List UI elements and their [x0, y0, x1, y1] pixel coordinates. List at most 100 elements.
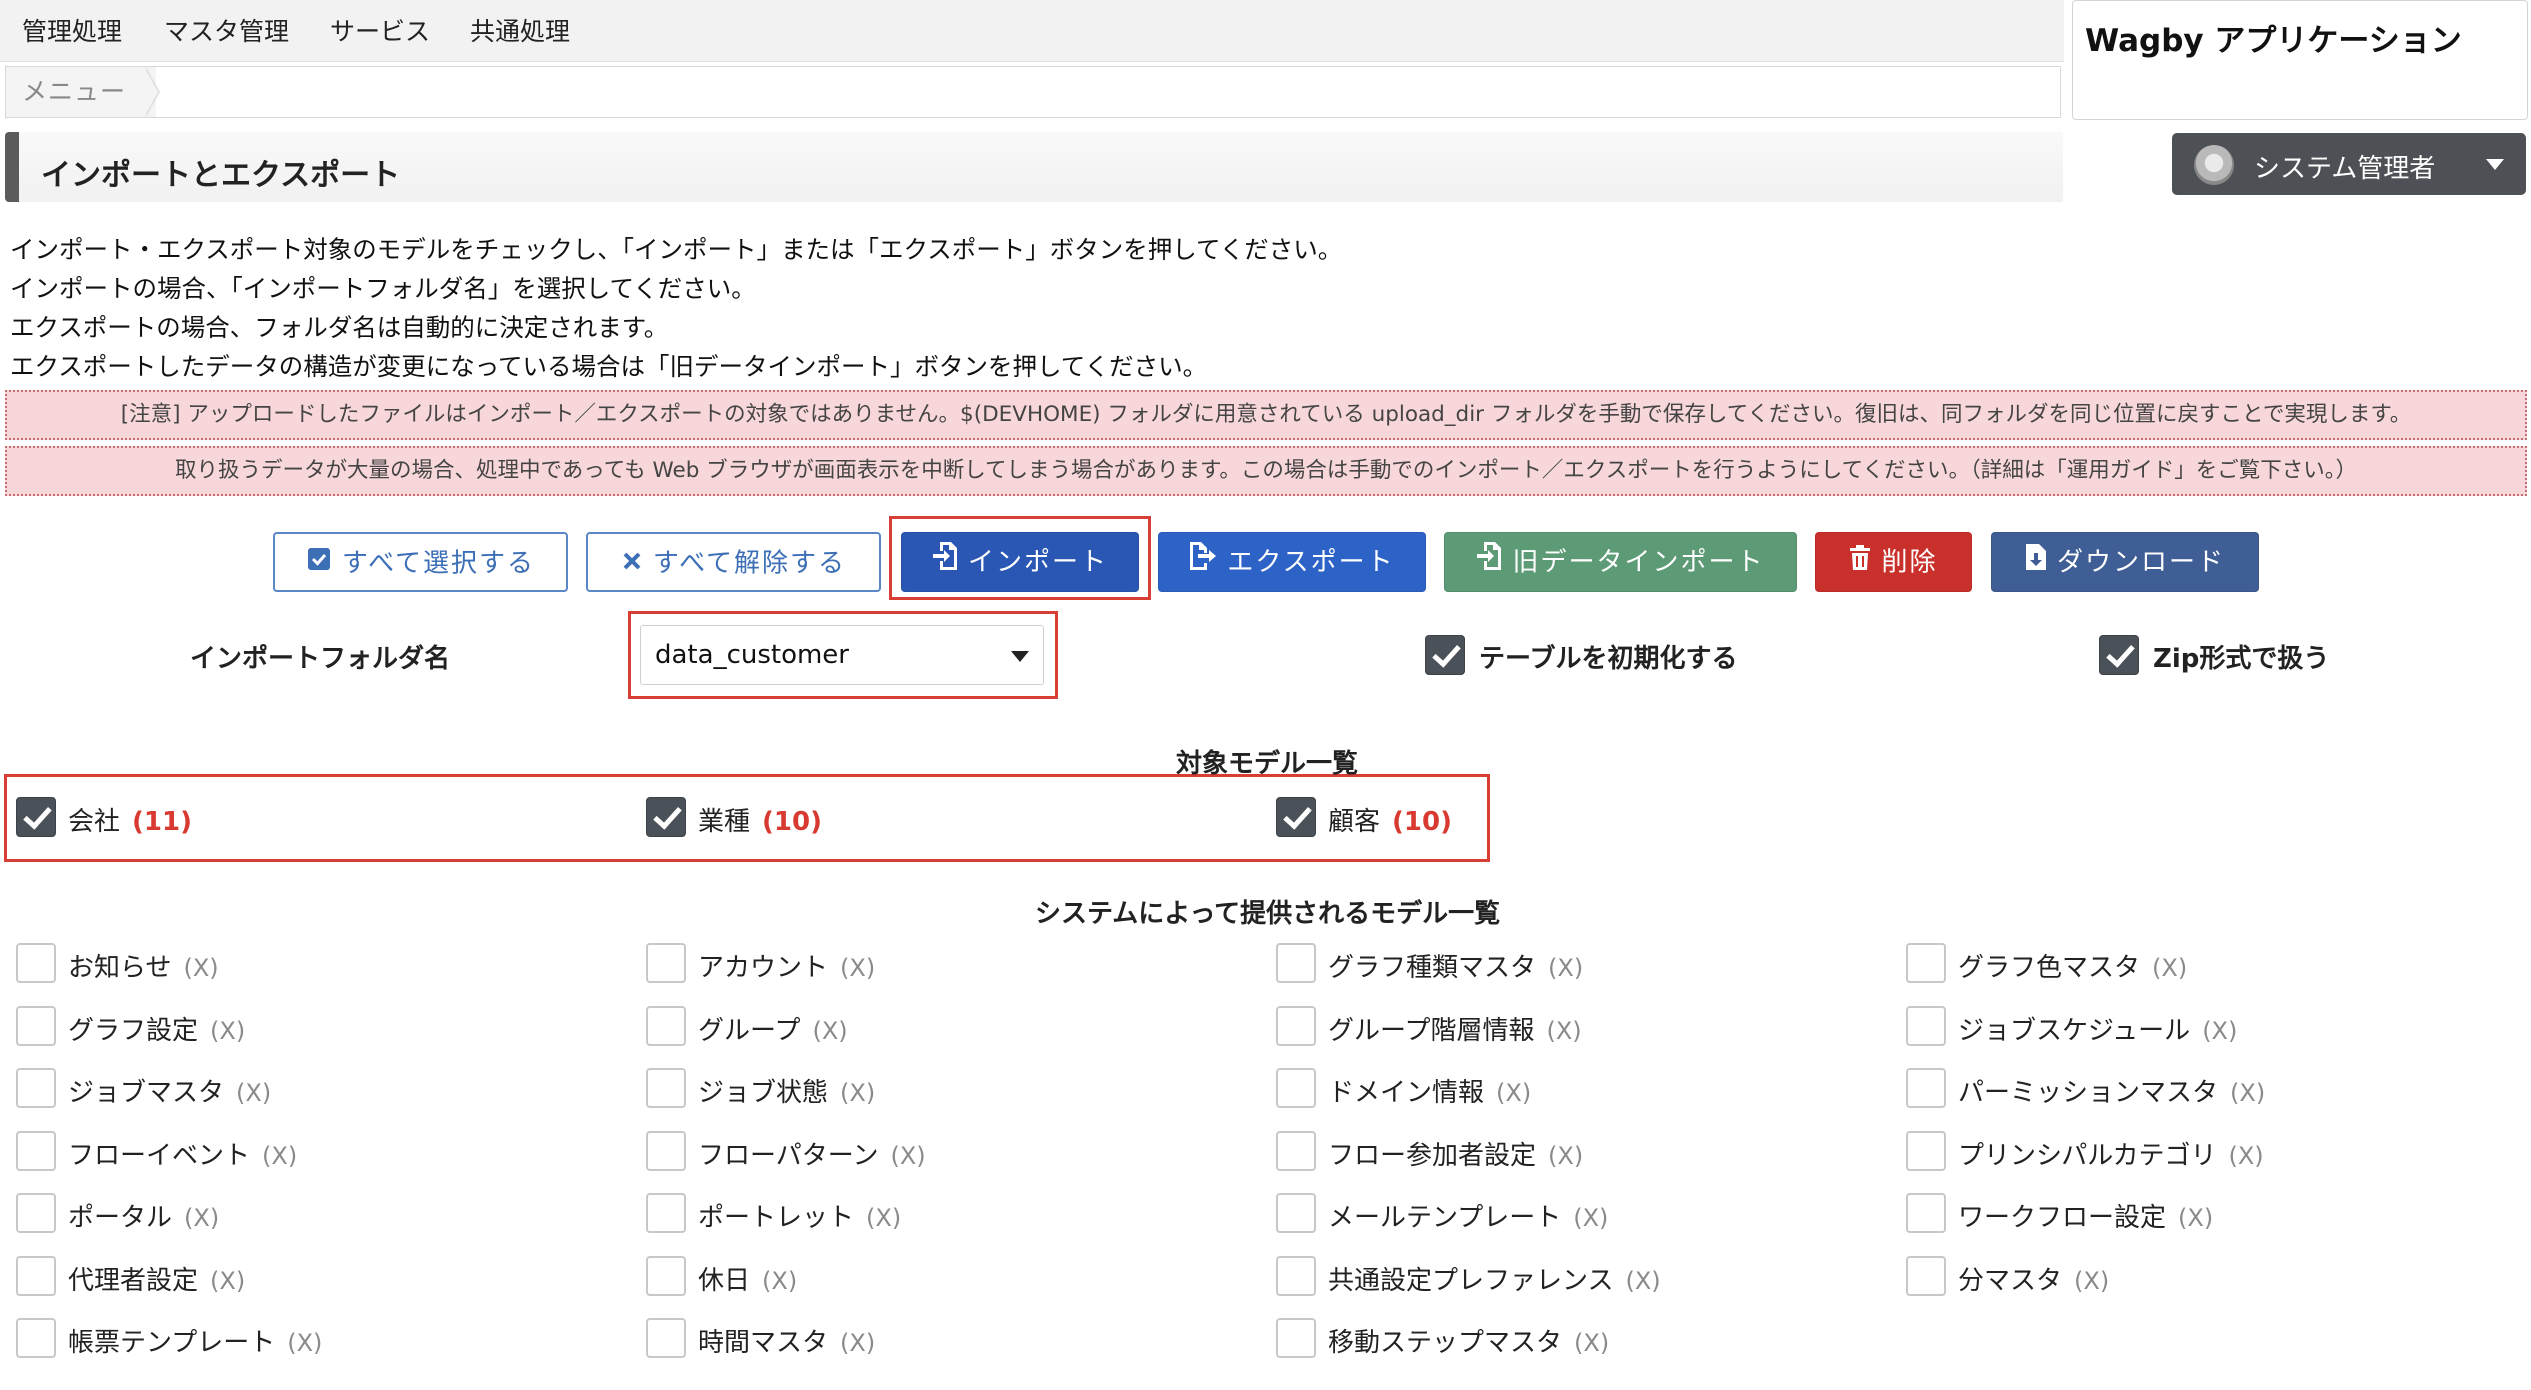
system-model-checkbox[interactable] — [646, 943, 686, 983]
model-count: (X) — [210, 1266, 246, 1295]
breadcrumb-separator-inner — [144, 67, 158, 117]
system-model-checkbox[interactable] — [1906, 1005, 1946, 1046]
model-count: (X) — [1548, 1141, 1584, 1170]
model-count: (X) — [2230, 1079, 2266, 1107]
system-model-checkbox[interactable] — [1276, 1193, 1316, 1233]
system-model-checkbox[interactable] — [16, 1255, 56, 1296]
model-name: メールテンプレート — [1328, 1203, 1562, 1233]
model-count: (X) — [2152, 954, 2188, 982]
model-name: フローイベント — [68, 1140, 251, 1171]
old-data-import-button[interactable]: 旧データインポート — [1444, 532, 1797, 592]
delete-button[interactable]: 削除 — [1815, 532, 1972, 592]
model-name: パーミッションマスタ — [1958, 1078, 2219, 1108]
menu-item-common[interactable]: 共通処理 — [470, 12, 570, 48]
model-count: (X) — [2074, 1266, 2110, 1295]
notice-upload: [注意] アップロードしたファイルはインポート／エクスポートの対象ではありません… — [5, 390, 2527, 440]
system-model-checkbox[interactable] — [646, 1255, 686, 1296]
model-count: (X) — [1573, 1204, 1609, 1232]
model-label: グラフ設定 (X) — [68, 1010, 245, 1047]
app-title: Wagby アプリケーション — [2085, 23, 2462, 59]
model-count: (X) — [262, 1141, 298, 1170]
model-count: (11) — [132, 807, 192, 837]
model-name: グラフ色マスタ — [1958, 953, 2141, 983]
model-count: (X) — [840, 954, 876, 982]
menu-item-master[interactable]: マスタ管理 — [164, 12, 289, 48]
system-model-checkbox[interactable] — [1276, 1318, 1316, 1358]
system-model-checkbox[interactable] — [646, 1130, 686, 1171]
file-import-icon — [1476, 534, 1502, 592]
instructions: インポート・エクスポート対象のモデルをチェックし、「インポート」または「エクスポ… — [10, 230, 1342, 386]
system-model-checkbox[interactable] — [1276, 1255, 1316, 1296]
system-model-checkbox[interactable] — [646, 1068, 686, 1108]
menu-item-admin[interactable]: 管理処理 — [22, 12, 122, 48]
system-model-checkbox[interactable] — [16, 1130, 56, 1171]
download-button[interactable]: ダウンロード — [1991, 532, 2259, 592]
instruction-line: インポート・エクスポート対象のモデルをチェックし、「インポート」または「エクスポ… — [10, 235, 1343, 264]
target-model-checkbox[interactable] — [1276, 797, 1316, 837]
model-count: (X) — [183, 954, 219, 982]
model-name: 会社 — [68, 807, 121, 837]
model-name: グループ — [698, 1015, 801, 1046]
model-name: グラフ設定 — [68, 1015, 199, 1046]
import-folder-value: data_customer — [655, 640, 849, 670]
menu-item-service[interactable]: サービス — [330, 12, 430, 48]
select-all-button[interactable]: すべて選択する — [273, 532, 568, 592]
system-model-checkbox[interactable] — [16, 1005, 56, 1046]
model-count: (X) — [890, 1141, 926, 1170]
init-table-checkbox[interactable] — [1425, 635, 1465, 675]
import-folder-select[interactable]: data_customer — [640, 625, 1044, 685]
model-count: (X) — [762, 1266, 798, 1295]
breadcrumb-menu[interactable]: メニュー — [6, 67, 156, 117]
system-model-checkbox[interactable] — [1276, 1005, 1316, 1046]
model-name: 時間マスタ — [698, 1328, 829, 1358]
system-model-checkbox[interactable] — [1906, 1130, 1946, 1171]
model-label: プリンシパルカテゴリ (X) — [1958, 1135, 2264, 1172]
system-model-checkbox[interactable] — [16, 1193, 56, 1233]
system-model-checkbox[interactable] — [1906, 1255, 1946, 1296]
system-model-checkbox[interactable] — [16, 1068, 56, 1108]
user-menu-button[interactable]: システム管理者 — [2172, 133, 2526, 195]
model-name: 業種 — [698, 807, 751, 837]
model-count: (X) — [812, 1016, 848, 1045]
model-label: フローイベント (X) — [68, 1135, 297, 1172]
system-model-checkbox[interactable] — [646, 1005, 686, 1046]
model-label: グループ階層情報 (X) — [1328, 1010, 1582, 1047]
model-label: ポータル (X) — [68, 1197, 219, 1234]
export-button[interactable]: エクスポート — [1158, 532, 1426, 592]
model-name: 分マスタ — [1958, 1265, 2063, 1296]
model-label: お知らせ (X) — [68, 947, 219, 984]
instruction-line: インポートの場合、「インポートフォルダ名」を選択してください。 — [10, 274, 756, 303]
model-name: ジョブ状態 — [698, 1078, 829, 1108]
model-name: アカウント — [698, 953, 829, 983]
model-name: ポータル — [68, 1203, 173, 1233]
model-count: (10) — [1392, 807, 1452, 837]
model-count: (X) — [1546, 1016, 1582, 1045]
target-model-checkbox[interactable] — [16, 797, 56, 837]
import-folder-label: インポートフォルダ名 — [190, 644, 451, 674]
system-model-checkbox[interactable] — [1906, 943, 1946, 983]
model-name: ジョブマスタ — [68, 1078, 225, 1108]
file-export-icon — [1189, 534, 1217, 592]
system-model-checkbox[interactable] — [16, 1318, 56, 1358]
system-model-checkbox[interactable] — [1906, 1068, 1946, 1108]
model-count: (X) — [2178, 1204, 2214, 1232]
system-model-checkbox[interactable] — [16, 943, 56, 983]
model-count: (X) — [2228, 1141, 2264, 1170]
model-count: (X) — [1548, 954, 1584, 982]
system-model-checkbox[interactable] — [1276, 943, 1316, 983]
file-download-icon — [2025, 534, 2047, 592]
zip-format-checkbox[interactable] — [2099, 635, 2139, 675]
system-model-checkbox[interactable] — [646, 1318, 686, 1358]
system-model-checkbox[interactable] — [1906, 1193, 1946, 1233]
system-model-checkbox[interactable] — [1276, 1068, 1316, 1108]
model-name: プリンシパルカテゴリ — [1958, 1140, 2217, 1171]
zip-format-label: Zip形式で扱う — [2153, 644, 2330, 674]
model-count: (X) — [2202, 1016, 2238, 1045]
model-label: ドメイン情報 (X) — [1328, 1072, 1531, 1109]
system-model-checkbox[interactable] — [1276, 1130, 1316, 1171]
deselect-all-button[interactable]: すべて解除する — [586, 532, 881, 592]
system-model-checkbox[interactable] — [646, 1193, 686, 1233]
model-label: 休日 (X) — [698, 1260, 797, 1297]
close-icon — [621, 535, 643, 593]
target-model-checkbox[interactable] — [646, 797, 686, 837]
